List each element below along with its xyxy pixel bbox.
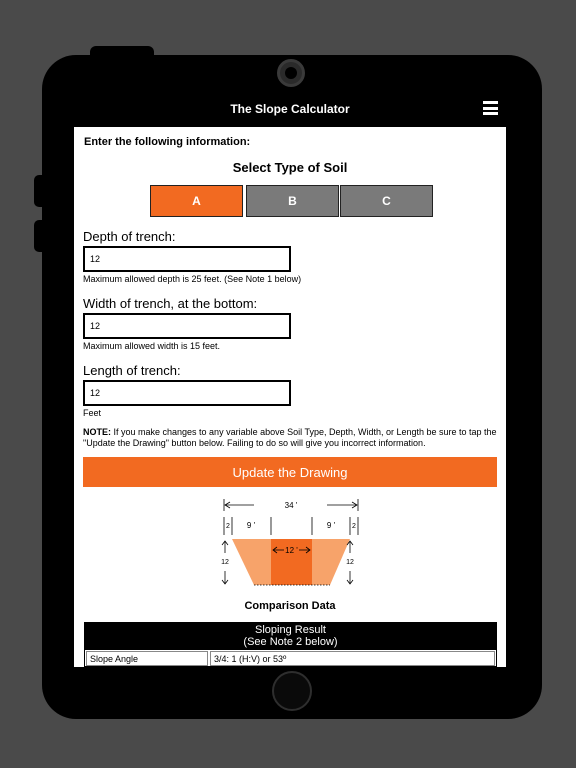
right-depth-label: 12 — [346, 559, 354, 566]
note-label: NOTE: — [83, 427, 111, 437]
app-title: The Slope Calculator — [230, 102, 350, 116]
width-hint: Maximum allowed width is 15 feet. — [83, 341, 221, 351]
result-header-title: Sloping Result — [255, 624, 326, 636]
home-button — [272, 671, 312, 711]
length-input[interactable] — [83, 380, 291, 406]
length-label: Length of trench: — [83, 363, 181, 378]
camera-icon — [277, 59, 305, 87]
app-screen: Enter the following information: Select … — [74, 127, 506, 667]
depth-input[interactable] — [83, 246, 291, 272]
comparison-title: Comparison Data — [244, 600, 336, 612]
hamburger-menu-icon[interactable] — [483, 101, 498, 115]
trench-diagram: 34 ' 9 ' 9 ' 2 2 12 ' 12 12 — [221, 499, 359, 586]
length-unit: Feet — [83, 408, 102, 418]
right-slope-shape — [312, 539, 350, 585]
table-row: Slope Angle 3/4: 1 (H:V) or 53º — [84, 649, 497, 667]
left-side-label: 9 ' — [247, 521, 256, 530]
depth-hint: Maximum allowed depth is 25 feet. (See N… — [83, 274, 302, 284]
update-note: NOTE: If you make changes to any variabl… — [83, 427, 499, 449]
update-drawing-button[interactable]: Update the Drawing — [83, 457, 497, 487]
result-header-note: (See Note 2 below) — [243, 636, 338, 648]
soil-type-title: Select Type of Soil — [232, 160, 348, 175]
width-input[interactable] — [83, 313, 291, 339]
soil-type-a-button[interactable]: A — [150, 185, 243, 217]
left-depth-label: 12 — [221, 559, 229, 566]
top-width-label: 34 ' — [285, 501, 298, 510]
slope-angle-label: Slope Angle — [86, 651, 208, 666]
width-label: Width of trench, at the bottom: — [83, 296, 258, 311]
right-side-label: 9 ' — [327, 521, 336, 530]
note-text: If you make changes to any variable abov… — [83, 427, 497, 448]
result-table-header: Sloping Result (See Note 2 below) — [84, 622, 497, 649]
soil-type-c-button[interactable]: C — [340, 185, 433, 217]
bottom-width-label: 12 ' — [285, 546, 298, 555]
intro-text: Enter the following information: — [84, 136, 251, 148]
depth-label: Depth of trench: — [83, 229, 176, 244]
right-clear-label: 2 — [352, 523, 356, 530]
slope-angle-value: 3/4: 1 (H:V) or 53º — [210, 651, 495, 666]
left-clear-label: 2 — [226, 523, 230, 530]
left-slope-shape — [232, 539, 271, 585]
soil-type-b-button[interactable]: B — [246, 185, 339, 217]
